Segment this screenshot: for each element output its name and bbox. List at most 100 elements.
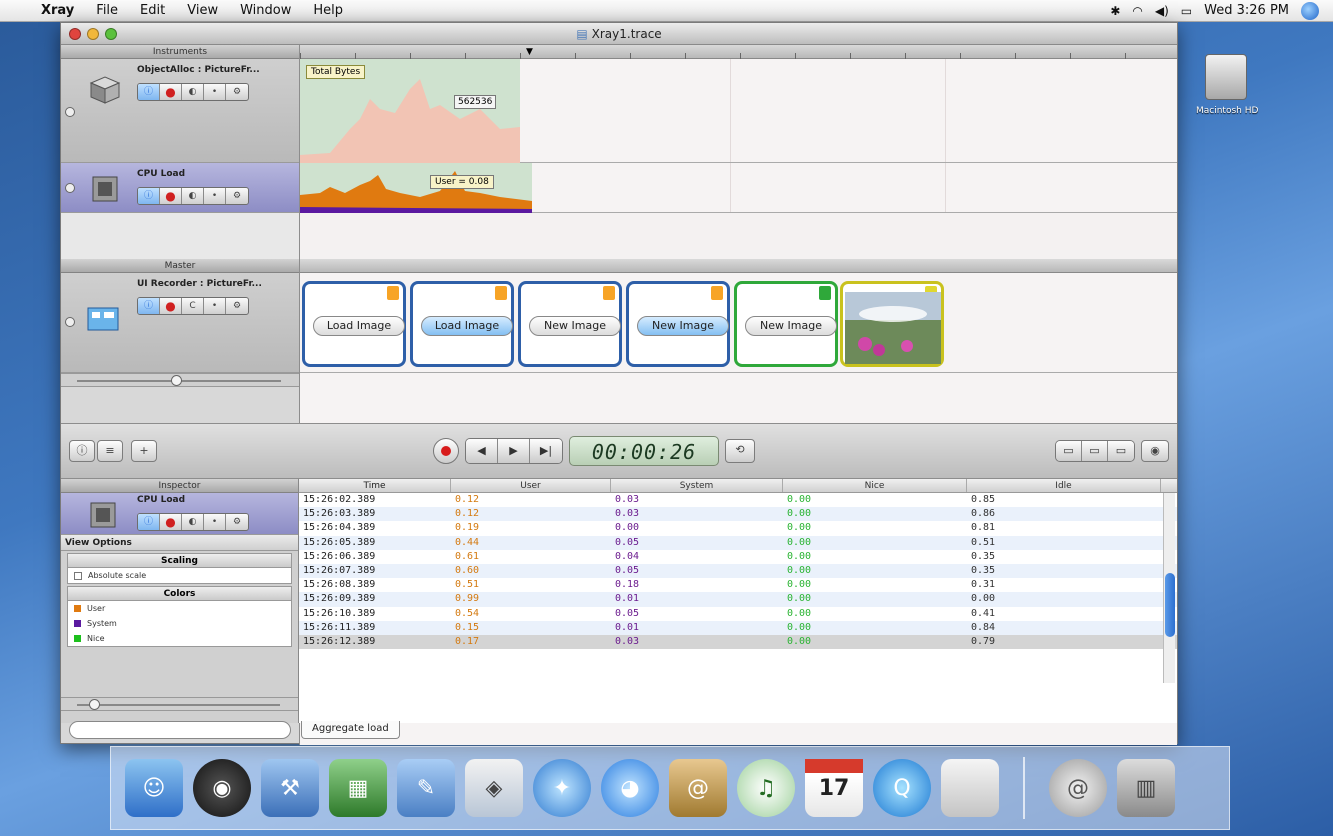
inspector-instrument[interactable]: CPU Load ⓘ ● ◐ • ⚙ [61, 493, 298, 535]
dashboard-icon[interactable]: ◉ [193, 759, 251, 817]
menu-file[interactable]: File [85, 3, 129, 18]
record-icon[interactable]: ● [160, 514, 182, 530]
search-field[interactable] [69, 721, 291, 739]
time-ruler[interactable]: ▼ [300, 45, 1177, 59]
system-preferences-icon[interactable] [941, 759, 999, 817]
target-icon[interactable]: • [204, 514, 226, 530]
itunes-icon[interactable]: ♫ [737, 759, 795, 817]
desktop-hard-drive[interactable]: Macintosh HD [1196, 54, 1258, 116]
finder-icon[interactable]: ☺ [125, 759, 183, 817]
instrument-radio[interactable] [65, 317, 75, 327]
spotlight-icon[interactable] [1301, 1, 1319, 20]
bluetooth-icon[interactable]: ✱ [1110, 4, 1120, 18]
safari-icon[interactable]: ✦ [533, 759, 591, 817]
menu-clock[interactable]: Wed 3:26 PM [1204, 3, 1289, 18]
menu-window[interactable]: Window [229, 3, 302, 18]
image-editor-icon[interactable]: ✎ [397, 759, 455, 817]
aggregate-load-tab[interactable]: Aggregate load [301, 721, 400, 739]
table-row[interactable]: 15:26:06.389 0.61 0.04 0.00 0.35 [299, 550, 1177, 564]
user-swatch[interactable] [74, 605, 81, 612]
view-mode-3-button[interactable]: ▭ [1108, 441, 1134, 461]
table-row[interactable]: 15:26:04.389 0.19 0.00 0.00 0.81 [299, 521, 1177, 535]
settings-icon[interactable]: ⚙ [226, 298, 248, 314]
menu-app-name[interactable]: Xray [30, 3, 85, 18]
absolute-scale-option[interactable]: Absolute scale [68, 568, 291, 583]
record-icon[interactable]: ● [160, 188, 182, 204]
menu-help[interactable]: Help [302, 3, 354, 18]
ui-event-card[interactable]: New Image [518, 281, 622, 367]
target-icon[interactable]: • [204, 84, 226, 100]
interface-builder-icon[interactable]: ▦ [329, 759, 387, 817]
instrument-radio[interactable] [65, 107, 75, 117]
nice-swatch[interactable] [74, 635, 81, 642]
ui-event-card[interactable]: New Image [734, 281, 838, 367]
rewind-button[interactable]: ◀ [466, 439, 498, 463]
target-icon[interactable]: • [204, 188, 226, 204]
ui-recorder-track[interactable]: Load Image Load Image New Image New Imag… [300, 273, 1177, 373]
menu-view[interactable]: View [176, 3, 229, 18]
scaling-header[interactable]: Scaling [68, 554, 291, 568]
table-row[interactable]: 15:26:02.389 0.12 0.03 0.00 0.85 [299, 493, 1177, 507]
slider-knob[interactable] [89, 699, 100, 710]
instrument-ui-recorder[interactable]: UI Recorder : PictureFr... ⓘ ● C • ⚙ [61, 273, 299, 373]
table-row[interactable]: 15:26:09.389 0.99 0.01 0.00 0.00 [299, 592, 1177, 607]
info-icon[interactable]: ⓘ [138, 514, 160, 530]
inspector-slider[interactable] [61, 697, 298, 711]
column-idle[interactable]: Idle [967, 479, 1161, 492]
airport-icon[interactable]: ◠ [1132, 4, 1142, 18]
settings-icon[interactable]: ⚙ [226, 188, 248, 204]
record-icon[interactable]: ● [160, 298, 182, 314]
forward-button[interactable]: ▶| [530, 439, 562, 463]
column-time[interactable]: Time [299, 479, 451, 492]
minimize-button[interactable] [87, 27, 99, 40]
info-icon[interactable]: ⓘ [138, 298, 160, 314]
lock-icon[interactable]: ◐ [182, 188, 204, 204]
trash-icon[interactable]: ▥ [1117, 759, 1175, 817]
column-nice[interactable]: Nice [783, 479, 967, 492]
settings-icon[interactable]: ⚙ [226, 514, 248, 530]
master-ruler[interactable] [300, 259, 1177, 273]
lock-icon[interactable]: ◐ [182, 514, 204, 530]
window-titlebar[interactable]: ▤ Xray1.trace [61, 23, 1177, 45]
track-height-slider[interactable] [61, 373, 299, 387]
menu-edit[interactable]: Edit [129, 3, 176, 18]
table-row[interactable]: 15:26:05.389 0.44 0.05 0.00 0.51 [299, 535, 1177, 550]
table-row[interactable]: 15:26:07.389 0.60 0.05 0.00 0.35 [299, 563, 1177, 579]
info-button[interactable]: ⓘ [69, 440, 95, 462]
table-scrollbar[interactable] [1163, 493, 1175, 683]
lock-icon[interactable]: ◐ [182, 84, 204, 100]
scrollbar-thumb[interactable] [1165, 573, 1175, 637]
target-icon[interactable]: • [204, 298, 226, 314]
table-row[interactable]: 15:26:11.389 0.15 0.01 0.00 0.84 [299, 620, 1177, 635]
legend-user[interactable]: User [68, 601, 291, 616]
ui-event-card[interactable]: New Image [626, 281, 730, 367]
table-row[interactable]: 15:26:03.389 0.12 0.03 0.00 0.86 [299, 507, 1177, 522]
column-system[interactable]: System [611, 479, 783, 492]
instrument-cpu-load[interactable]: CPU Load ⓘ ● ◐ • ⚙ [61, 163, 299, 213]
ui-event-card[interactable]: Load Image [302, 281, 406, 367]
colors-header[interactable]: Colors [68, 587, 291, 601]
play-button[interactable]: ▶ [498, 439, 530, 463]
view-mode-1-button[interactable]: ▭ [1056, 441, 1082, 461]
ui-event-card[interactable]: Load Image [410, 281, 514, 367]
column-user[interactable]: User [451, 479, 611, 492]
objectalloc-track[interactable]: Total Bytes 562536 [300, 59, 1177, 163]
instrument-radio[interactable] [65, 183, 75, 193]
system-swatch[interactable] [74, 620, 81, 627]
slider-knob[interactable] [171, 375, 182, 386]
volume-icon[interactable]: ◀) [1155, 4, 1169, 18]
instrument-objectalloc[interactable]: ObjectAlloc : PictureFr... ⓘ ● ◐ • ⚙ [61, 59, 299, 163]
preview-icon[interactable]: ◈ [465, 759, 523, 817]
view-settings-button[interactable]: ◉ [1141, 440, 1169, 462]
playhead-icon[interactable]: ▼ [526, 47, 533, 57]
ichat-icon[interactable]: ◕ [601, 759, 659, 817]
settings-icon[interactable]: ⚙ [226, 84, 248, 100]
info-icon[interactable]: ⓘ [138, 84, 160, 100]
view-mode-2-button[interactable]: ▭ [1082, 441, 1108, 461]
table-row[interactable]: 15:26:12.389 0.17 0.03 0.00 0.79 [299, 634, 1177, 650]
add-instrument-button[interactable]: + [131, 440, 157, 462]
close-button[interactable] [69, 27, 81, 40]
legend-system[interactable]: System [68, 616, 291, 631]
record-button[interactable] [433, 438, 459, 464]
cpu-track[interactable]: User = 0.08 [300, 163, 1177, 213]
